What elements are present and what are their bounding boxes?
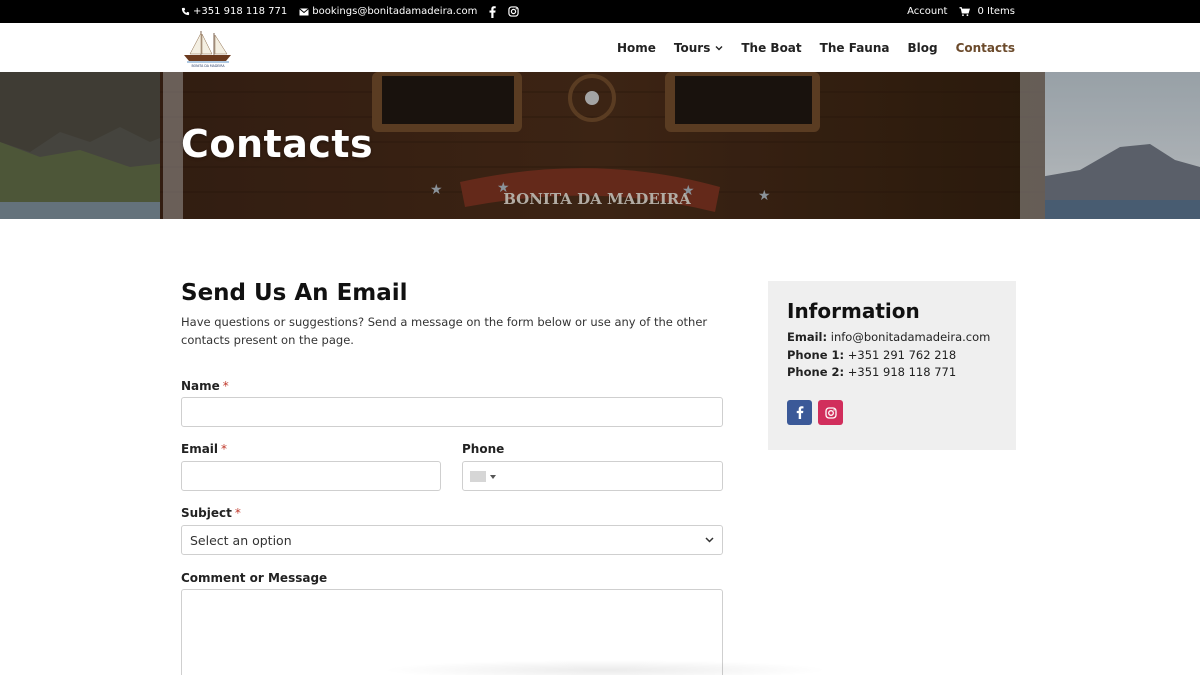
name-input[interactable] — [181, 397, 723, 427]
instagram-icon — [824, 406, 837, 419]
information-panel: Information Email: info@bonitadamadeira.… — [768, 281, 1016, 450]
information-title: Information — [787, 299, 920, 323]
nav-the-boat-label: The Boat — [741, 40, 802, 55]
email-input[interactable] — [181, 461, 441, 491]
chevron-down-icon — [715, 45, 723, 50]
info-phone1-label: Phone 1: — [787, 348, 845, 362]
cart-icon — [959, 6, 971, 16]
info-phone2-value[interactable]: +351 918 118 771 — [848, 365, 956, 379]
phone-icon — [181, 7, 190, 16]
topbar-email-text: bookings@bonitadamadeira.com — [312, 6, 478, 17]
info-phone1-value[interactable]: +351 291 762 218 — [848, 348, 956, 362]
chevron-down-icon — [705, 537, 714, 543]
info-email-label: Email: — [787, 330, 828, 344]
facebook-button[interactable] — [787, 400, 812, 425]
topbar-facebook-link[interactable] — [489, 5, 497, 18]
form-intro-text: Have questions or suggestions? Send a me… — [181, 315, 708, 347]
message-label: Comment or Message — [181, 571, 328, 585]
sailboat-logo-icon: BONITA DA MADEIRA — [184, 31, 231, 68]
nav-blog-label: Blog — [907, 40, 938, 55]
nav-the-fauna-label: The Fauna — [819, 40, 890, 55]
country-code-dropdown[interactable] — [470, 471, 496, 482]
subject-label-text: Subject — [181, 506, 232, 520]
nav-home-label: Home — [616, 40, 656, 55]
mail-icon — [299, 7, 310, 15]
floating-bar-shadow — [380, 660, 830, 675]
topbar-phone[interactable]: +351 918 118 771 — [181, 6, 287, 17]
nav-contacts[interactable]: Contacts — [956, 41, 1015, 55]
top-bar: +351 918 118 771 bookings@bonitadamadeir… — [0, 0, 1200, 23]
email-label-text: Email — [181, 442, 219, 456]
nav-blog[interactable]: Blog — [907, 41, 937, 55]
name-label-text: Name — [181, 379, 220, 393]
topbar-cart-link[interactable]: 0 Items — [959, 6, 1015, 17]
nav-home[interactable]: Home — [617, 41, 656, 55]
nav-tours-label: Tours — [673, 40, 711, 55]
hero-background-image: BONITA DA MADEIRA ★ ★ ★ ★ — [0, 72, 1200, 219]
subject-select[interactable]: Select an option — [181, 525, 723, 555]
subject-select-value: Select an option — [190, 532, 292, 548]
page-title: Contacts — [181, 122, 374, 166]
info-email: Email: info@bonitadamadeira.com — [787, 330, 990, 344]
hero-banner: BONITA DA MADEIRA ★ ★ ★ ★ Contacts — [0, 72, 1200, 219]
info-phone-1: Phone 1: +351 291 762 218 — [787, 348, 956, 362]
country-flag-icon — [470, 471, 486, 482]
email-label: Email * — [181, 442, 227, 456]
facebook-icon — [796, 406, 803, 419]
site-logo[interactable]: BONITA DA MADEIRA — [181, 27, 235, 69]
required-marker: * — [222, 379, 229, 393]
nav-the-fauna[interactable]: The Fauna — [820, 41, 890, 55]
required-marker: * — [234, 506, 241, 520]
phone-label: Phone — [462, 442, 505, 456]
nav-the-boat[interactable]: The Boat — [741, 41, 801, 55]
site-header: BONITA DA MADEIRA Home Tours The Boat Th… — [0, 23, 1200, 72]
instagram-button[interactable] — [818, 400, 843, 425]
svg-text:BONITA DA MADEIRA: BONITA DA MADEIRA — [191, 64, 225, 68]
topbar-cart-text: 0 Items — [977, 6, 1015, 17]
info-phone2-label: Phone 2: — [787, 365, 845, 379]
name-label: Name * — [181, 379, 229, 393]
required-marker: * — [221, 442, 228, 456]
facebook-icon — [489, 5, 497, 18]
info-email-value[interactable]: info@bonitadamadeira.com — [831, 330, 991, 344]
topbar-instagram-link[interactable] — [508, 6, 520, 17]
topbar-email[interactable]: bookings@bonitadamadeira.com — [299, 6, 477, 17]
nav-tours[interactable]: Tours — [674, 41, 723, 55]
caret-down-icon — [490, 474, 496, 479]
subject-label: Subject * — [181, 506, 241, 520]
instagram-icon — [508, 6, 520, 17]
main-nav: Home Tours The Boat The Fauna Blog Conta… — [617, 23, 1015, 72]
nav-contacts-label: Contacts — [955, 40, 1015, 55]
topbar-account-link[interactable]: Account — [907, 6, 947, 17]
info-phone-2: Phone 2: +351 918 118 771 — [787, 365, 956, 379]
form-title: Send Us An Email — [181, 280, 408, 306]
topbar-phone-text: +351 918 118 771 — [193, 6, 288, 17]
phone-input[interactable] — [462, 461, 723, 491]
